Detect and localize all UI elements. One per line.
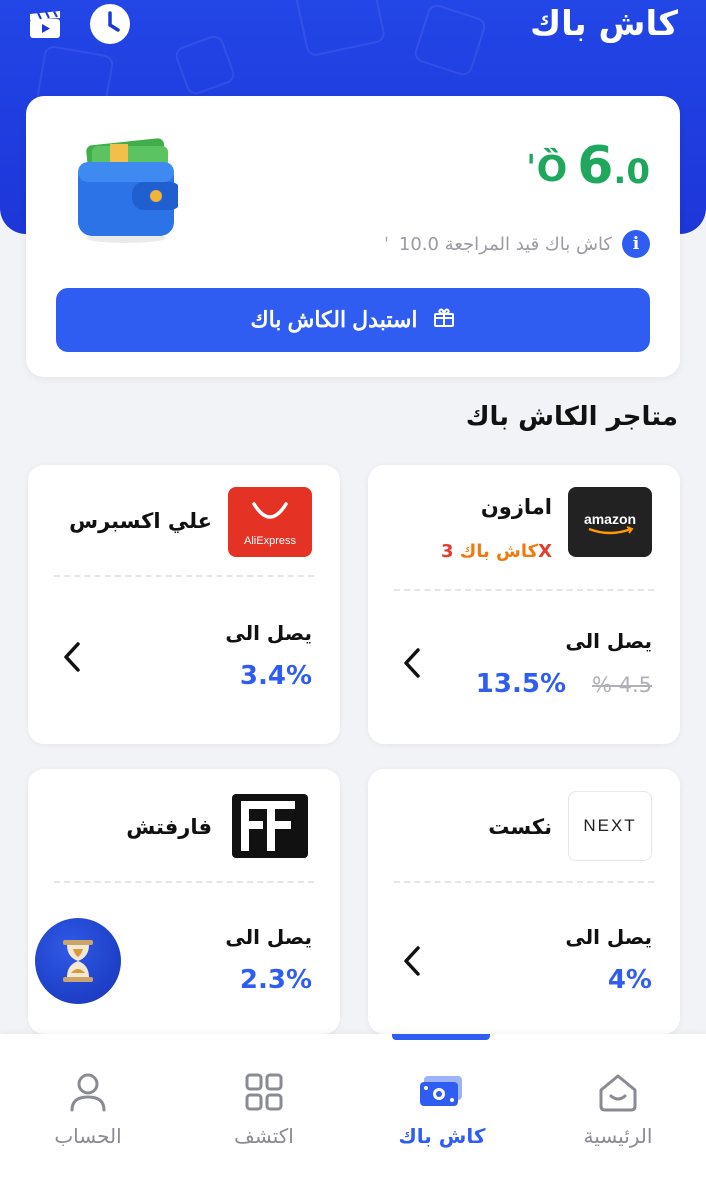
svg-text:AliExpress: AliExpress	[244, 535, 296, 547]
active-tab-indicator	[392, 1034, 490, 1040]
section-title: متاجر الكاش باك	[465, 402, 678, 432]
riyal-symbol: ˈ	[383, 233, 389, 255]
cashback-summary-card: ˈȌ 6.0 i كاش باك قيد المراجعة 10.0 ˈ است…	[26, 96, 680, 377]
reach-label: يصل الى	[565, 925, 652, 949]
reach-label: يصل الى	[225, 925, 312, 949]
cash-icon	[420, 1076, 462, 1106]
reach-label: يصل الى	[225, 621, 312, 645]
chevron-left-icon[interactable]	[62, 641, 82, 677]
store-name: نكست	[488, 815, 552, 839]
cashback-rate: 13.5%	[475, 669, 566, 699]
hourglass-button[interactable]	[35, 918, 121, 1004]
store-name: امازون	[480, 495, 552, 519]
bottom-navigation: الرئيسية كاش باك اكتشف الحساب	[0, 1034, 706, 1200]
store-name: علي اكسبرس	[69, 509, 212, 533]
nav-home[interactable]: الرئيسية	[548, 1070, 688, 1148]
cashback-rate: 4%	[607, 965, 652, 995]
store-name: فارفتش	[126, 815, 212, 839]
store-logo-next: NEXT	[568, 791, 652, 861]
nav-label: الحساب	[54, 1124, 122, 1148]
hourglass-icon	[63, 940, 93, 982]
home-icon	[599, 1074, 637, 1112]
divider	[54, 881, 314, 883]
nav-label: كاش باك	[398, 1124, 486, 1148]
store-card-next[interactable]: NEXT نكست يصل الى 4%	[368, 769, 680, 1034]
wallet-icon	[74, 136, 182, 248]
store-logo-amazon: amazon	[568, 487, 652, 557]
cashback-amount: ˈȌ 6.0	[525, 136, 650, 196]
divider	[394, 589, 654, 591]
nav-cashback[interactable]: كاش باك	[372, 1070, 512, 1148]
store-card-aliexpress[interactable]: AliExpress علي اكسبرس يصل الى 3.4%	[28, 465, 340, 744]
grid-icon	[245, 1073, 283, 1111]
store-logo-aliexpress: AliExpress	[228, 487, 312, 557]
info-icon[interactable]: i	[622, 230, 650, 258]
cashback-rate: 2.3%	[239, 965, 312, 995]
multiplier-badge: كاش باك 3X	[440, 541, 552, 562]
nav-explore[interactable]: اكتشف	[194, 1070, 334, 1148]
nav-label: اكتشف	[234, 1124, 294, 1148]
gift-icon	[432, 305, 456, 335]
svg-text:amazon: amazon	[584, 511, 636, 527]
redeem-label: استبدل الكاش باك	[250, 307, 418, 332]
user-icon	[70, 1073, 106, 1112]
pending-text: كاش باك قيد المراجعة 10.0	[398, 233, 612, 255]
redeem-cashback-button[interactable]: استبدل الكاش باك	[56, 288, 650, 352]
store-logo-farfetch: FF	[228, 791, 312, 861]
nav-label: الرئيسية	[583, 1124, 653, 1148]
store-card-amazon[interactable]: amazon امازون كاش باك 3X يصل الى 13.5% %…	[368, 465, 680, 744]
clapperboard-icon[interactable]	[28, 10, 62, 44]
old-rate: % 4.5	[591, 673, 652, 697]
pending-cashback: i كاش باك قيد المراجعة 10.0 ˈ	[384, 230, 650, 258]
nav-account[interactable]: الحساب	[18, 1070, 158, 1148]
divider	[394, 881, 654, 883]
page-title: كاش باك	[530, 4, 678, 44]
chevron-left-icon[interactable]	[402, 945, 422, 981]
chevron-left-icon[interactable]	[402, 647, 422, 683]
clock-icon[interactable]	[88, 2, 132, 50]
divider	[54, 575, 314, 577]
reach-label: يصل الى	[565, 629, 652, 653]
cashback-rate: 3.4%	[239, 661, 312, 691]
riyal-symbol: ˈȌ	[525, 149, 568, 190]
